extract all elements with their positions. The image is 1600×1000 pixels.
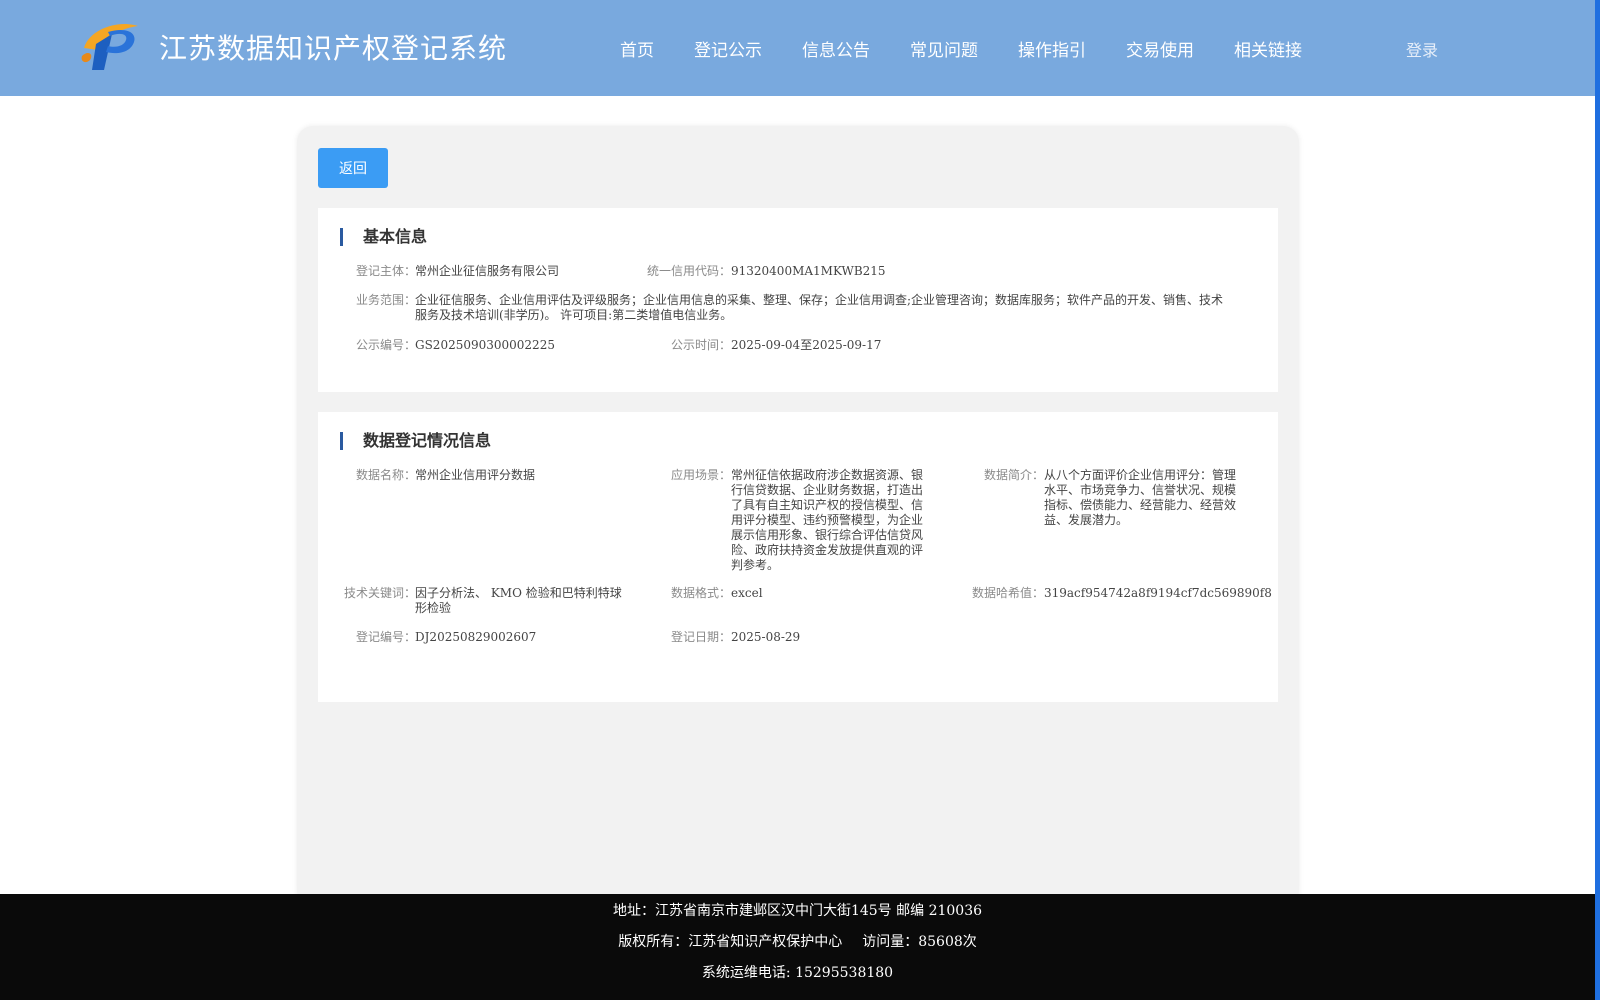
field-label: 登记日期： <box>670 630 731 644</box>
field-publication-number: 公示编号： GS2025090300002225 <box>356 338 555 353</box>
field-value: 常州企业信用评分数据 <box>415 468 536 482</box>
nav-related-links[interactable]: 相关链接 <box>1234 36 1302 61</box>
logo-icon <box>81 24 138 70</box>
nav-announcements[interactable]: 信息公告 <box>802 36 870 61</box>
field-value: 2025-09-04至2025-09-17 <box>731 338 882 352</box>
field-tech-keywords: 技术关键词： 因子分析法、 KMO 检验和巴特利特球形检验 <box>344 586 625 616</box>
field-label: 数据格式： <box>670 586 731 600</box>
field-value: 常州征信依据政府涉企数据资源、银行信贷数据、企业财务数据，打造出了具有自主知识产… <box>731 468 924 572</box>
field-label: 登记编号： <box>356 630 417 644</box>
nav-guide[interactable]: 操作指引 <box>1018 36 1086 61</box>
nav-registration-public[interactable]: 登记公示 <box>694 36 762 61</box>
footer-copyright: 版权所有：江苏省知识产权保护中心 <box>618 934 843 950</box>
field-publication-time: 公示时间： 2025-09-04至2025-09-17 <box>668 338 881 353</box>
field-business-scope: 业务范围： 企业征信服务、企业信用评估及评级服务；企业信用信息的采集、整理、保存… <box>356 293 1236 323</box>
page-footer: 地址：江苏省南京市建邺区汉中门大街145号 邮编 210036 版权所有：江苏省… <box>0 894 1595 1000</box>
field-value: DJ20250829002607 <box>415 630 537 644</box>
field-data-hash: 数据哈希值： 319acf954742a8f9194cf7dc569890f8 <box>970 586 1272 601</box>
field-data-intro: 数据简介： 从八个方面评价企业信用评分：管理水平、市场竞争力、信誉状况、规模指标… <box>982 468 1236 528</box>
field-value: 因子分析法、 KMO 检验和巴特利特球形检验 <box>415 586 622 615</box>
section-title: 数据登记情况信息 <box>340 432 491 450</box>
scrollbar-edge <box>1595 0 1600 1000</box>
login-link[interactable]: 登录 <box>1406 37 1438 61</box>
field-data-format: 数据格式： excel <box>669 586 763 601</box>
field-value: 91320400MA1MKWB215 <box>731 264 886 278</box>
basic-info-card: 基本信息 登记主体： 常州企业征信服务有限公司 统一信用代码： 91320400… <box>318 208 1278 392</box>
field-label: 数据简介： <box>983 468 1044 482</box>
footer-visits: 访问量：85608次 <box>862 934 977 950</box>
field-value: 从八个方面评价企业信用评分：管理水平、市场竞争力、信誉状况、规模指标、偿债能力、… <box>1044 468 1237 527</box>
footer-address: 地址：江苏省南京市建邺区汉中门大街145号 邮编 210036 <box>612 903 983 919</box>
section-title: 基本信息 <box>340 228 427 246</box>
top-header: 江苏数据知识产权登记系统 首页 登记公示 信息公告 常见问题 操作指引 交易使用… <box>0 0 1595 96</box>
field-subject: 登记主体： 常州企业征信服务有限公司 <box>356 264 559 279</box>
field-registration-date: 登记日期： 2025-08-29 <box>669 630 800 645</box>
footer-phone: 系统运维电话: 15295538180 <box>701 965 894 981</box>
back-button[interactable]: 返回 <box>318 148 388 188</box>
field-credit-code: 统一信用代码： 91320400MA1MKWB215 <box>644 264 886 279</box>
field-value: 2025-08-29 <box>731 630 801 644</box>
field-label: 公示时间： <box>670 338 731 352</box>
field-label: 应用场景： <box>670 468 731 482</box>
data-registration-card: 数据登记情况信息 数据名称： 常州企业信用评分数据 应用场景： 常州征信依据政府… <box>318 412 1278 702</box>
field-label: 数据哈希值： <box>971 586 1044 600</box>
field-value: 319acf954742a8f9194cf7dc569890f8 <box>1044 586 1272 600</box>
field-application-scene: 应用场景： 常州征信依据政府涉企数据资源、银行信贷数据、企业财务数据，打造出了具… <box>669 468 923 573</box>
site-title: 江苏数据知识产权登记系统 <box>159 32 508 65</box>
nav-trade-use[interactable]: 交易使用 <box>1126 36 1194 61</box>
field-value: GS2025090300002225 <box>415 338 555 352</box>
field-label: 公示编号： <box>356 338 417 352</box>
field-value: excel <box>731 586 763 600</box>
footer-copyright-line: 版权所有：江苏省知识产权保护中心 访问量：85608次 <box>0 927 1595 958</box>
main-nav: 首页 登记公示 信息公告 常见问题 操作指引 交易使用 相关链接 <box>620 36 1342 61</box>
nav-home[interactable]: 首页 <box>620 36 654 61</box>
field-value: 常州企业征信服务有限公司 <box>415 264 560 278</box>
field-data-name: 数据名称： 常州企业信用评分数据 <box>356 468 535 483</box>
field-label: 统一信用代码： <box>646 264 731 278</box>
nav-faq[interactable]: 常见问题 <box>910 36 978 61</box>
field-label: 技术关键词： <box>344 586 417 600</box>
field-label: 业务范围： <box>356 293 417 307</box>
detail-panel: 返回 基本信息 登记主体： 常州企业征信服务有限公司 统一信用代码： 91320… <box>297 126 1299 906</box>
field-registration-number: 登记编号： DJ20250829002607 <box>356 630 536 645</box>
field-label: 数据名称： <box>356 468 417 482</box>
field-label: 登记主体： <box>356 264 417 278</box>
field-value: 企业征信服务、企业信用评估及评级服务；企业信用信息的采集、整理、保存；企业信用调… <box>415 293 1224 322</box>
